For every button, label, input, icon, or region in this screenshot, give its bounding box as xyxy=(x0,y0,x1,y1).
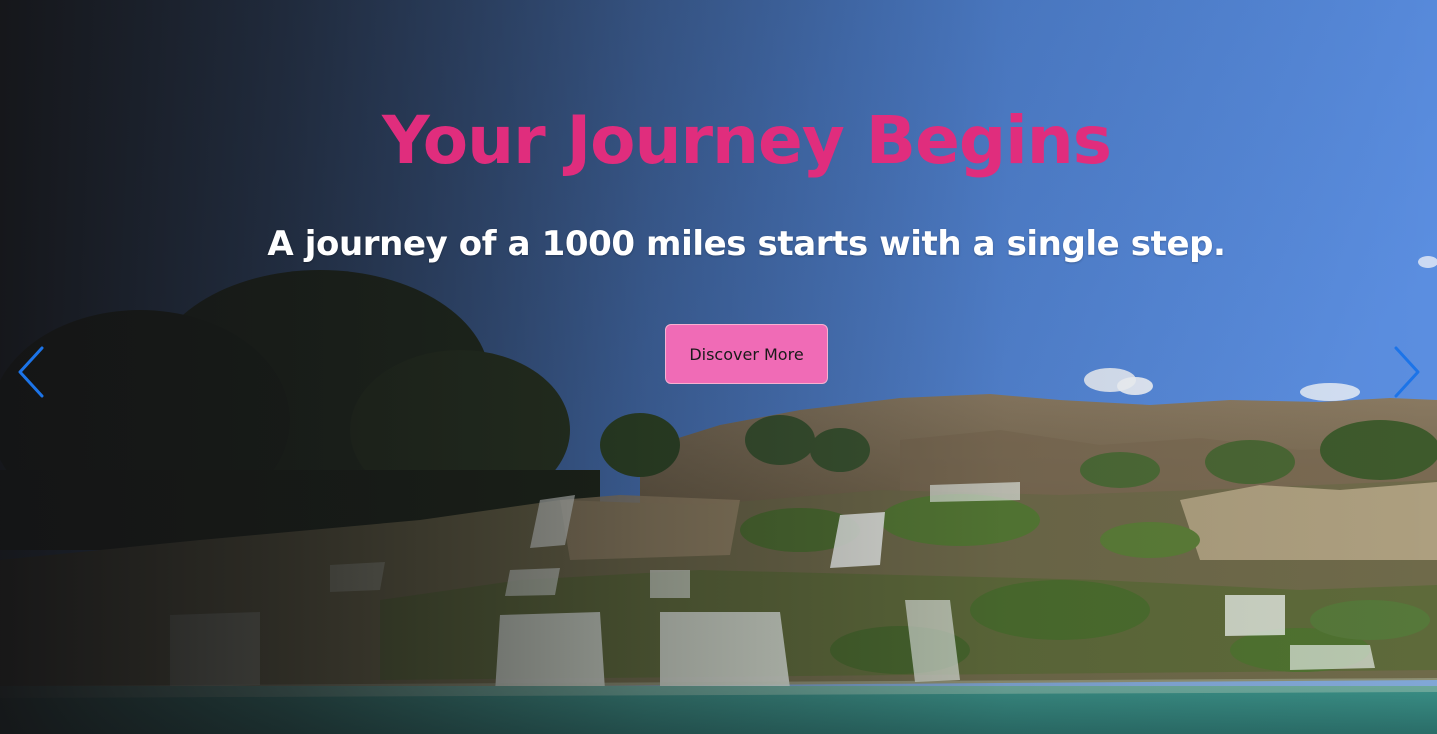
chevron-right-icon xyxy=(1394,346,1420,398)
carousel-prev-button[interactable] xyxy=(8,340,52,404)
hero-carousel: Your Journey Begins A journey of a 1000 … xyxy=(0,0,1437,734)
discover-more-button[interactable]: Discover More xyxy=(665,324,828,384)
hero-content: Your Journey Begins A journey of a 1000 … xyxy=(0,0,1437,734)
carousel-next-button[interactable] xyxy=(1386,340,1430,404)
hero-subheadline: A journey of a 1000 miles starts with a … xyxy=(267,224,1226,264)
hero-headline: Your Journey Begins xyxy=(382,102,1112,179)
chevron-left-icon xyxy=(18,346,44,398)
